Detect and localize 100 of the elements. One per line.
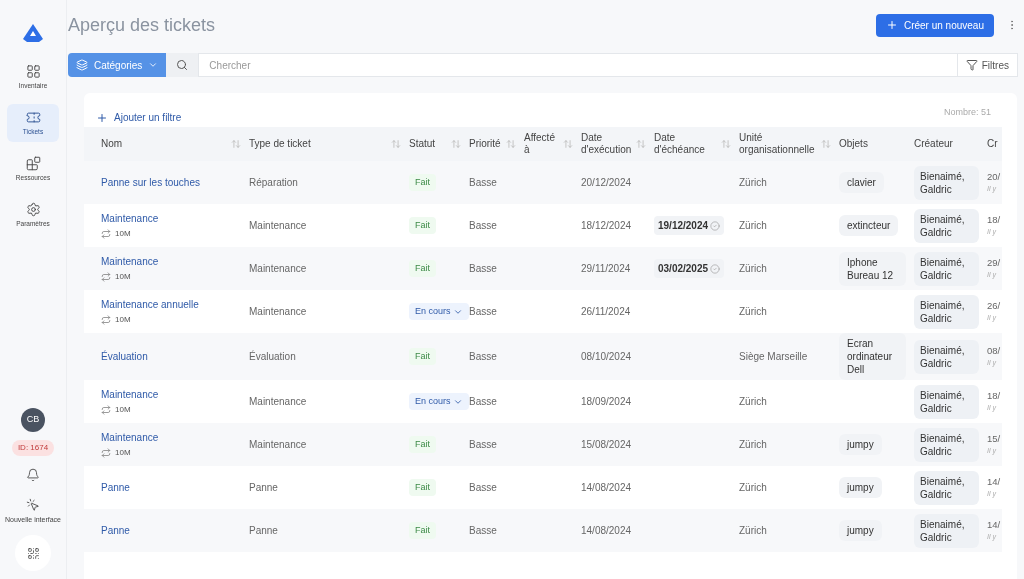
created-date: 15/: [987, 432, 1002, 447]
ticket-icon: [25, 110, 41, 126]
priority: Basse: [469, 396, 497, 407]
ticket-name-link[interactable]: Maintenance: [101, 211, 241, 226]
execution-date: 18/12/2024: [581, 220, 632, 231]
qr-code-icon: [26, 546, 40, 560]
priority: Basse: [469, 482, 497, 493]
org-unit: Zürich: [739, 525, 767, 536]
bell-icon[interactable]: [26, 468, 40, 482]
org-unit: Zürich: [739, 220, 767, 231]
object-tag: Iphone Bureau 12: [839, 251, 906, 286]
priority: Basse: [469, 263, 497, 274]
filters-button[interactable]: Filtres: [957, 53, 1018, 77]
ticket-name-link[interactable]: Panne sur les touches: [101, 175, 241, 190]
creator-tag: Bienaimé, Galdric: [914, 513, 979, 548]
org-unit: Zürich: [739, 482, 767, 493]
create-button[interactable]: Créer un nouveau: [875, 13, 994, 37]
sort-icon[interactable]: [821, 139, 831, 149]
avatar[interactable]: CB: [21, 408, 45, 432]
column-header[interactable]: Unité organisationnelle: [739, 132, 817, 156]
priority: Basse: [469, 439, 497, 450]
status-badge: Fait: [409, 173, 436, 192]
status-badge: Fait: [409, 347, 436, 366]
org-unit: Zürich: [739, 396, 767, 407]
org-unit: Zürich: [739, 263, 767, 274]
status-badge: Fait: [409, 259, 436, 278]
column-header[interactable]: Créateur: [914, 138, 953, 150]
repeat-icon: [101, 315, 111, 325]
status-dropdown[interactable]: En cours: [409, 302, 469, 321]
qr-code-button[interactable]: [15, 535, 51, 571]
repeat-icon: [101, 272, 111, 282]
recurrence-label: 10M: [115, 447, 131, 459]
execution-date: 18/09/2024: [581, 396, 632, 407]
repeat-icon: [101, 448, 111, 458]
logo-icon: [23, 24, 43, 42]
recurrence-label: 10M: [115, 404, 131, 416]
column-header[interactable]: Date d'exécution: [581, 132, 632, 156]
add-filter-link[interactable]: Ajouter un filtre: [96, 110, 182, 125]
priority: Basse: [469, 306, 497, 317]
ticket-name-link[interactable]: Maintenance: [101, 387, 241, 402]
ticket-name-link[interactable]: Maintenance: [101, 430, 241, 445]
creator-tag: Bienaimé, Galdric: [914, 470, 979, 505]
ticket-name-link[interactable]: Maintenance: [101, 254, 241, 269]
created-date: 14/: [987, 475, 1002, 490]
object-tag: extincteur: [839, 215, 899, 236]
created-date: 26/: [987, 299, 1002, 314]
sort-icon[interactable]: [563, 139, 573, 149]
recurrence-label: 10M: [115, 314, 131, 326]
org-unit: Zürich: [739, 439, 767, 450]
pointer-click-icon: [26, 498, 40, 512]
ticket-name-link[interactable]: Panne: [101, 523, 241, 538]
column-header[interactable]: Cr: [987, 138, 998, 150]
column-header[interactable]: Statut: [409, 138, 436, 150]
blocks-icon: [25, 156, 41, 172]
ticket-name-link[interactable]: Maintenance annuelle: [101, 297, 241, 312]
org-unit: Siège Marseille: [739, 351, 808, 362]
check-circle-icon: [710, 263, 721, 274]
execution-date: 26/11/2024: [581, 306, 631, 317]
created-date: 14/: [987, 518, 1002, 533]
created-date: 18/: [987, 213, 1002, 228]
ticket-type: Panne: [249, 482, 278, 493]
repeat-icon: [101, 405, 111, 415]
org-unit: Zürich: [739, 306, 767, 317]
id-badge: ID: 1674: [11, 440, 55, 456]
sort-icon[interactable]: [636, 139, 646, 149]
created-date: 08/: [987, 344, 1002, 359]
org-unit: Zürich: [739, 177, 767, 188]
status-dropdown[interactable]: En cours: [409, 392, 469, 411]
column-header[interactable]: Priorité: [469, 138, 501, 150]
caret-icon: [148, 60, 159, 70]
creator-tag: Bienaimé, Galdric: [914, 427, 979, 462]
column-header[interactable]: Date d'échéance: [654, 132, 717, 156]
plus-icon: [96, 111, 108, 124]
object-tag: Ecran ordinateur Dell: [839, 333, 906, 380]
ticket-name-link[interactable]: Panne: [101, 480, 241, 495]
object-tag: jumpy: [839, 477, 882, 498]
sort-icon[interactable]: [391, 139, 401, 149]
created-date: 18/: [987, 389, 1002, 404]
column-header[interactable]: Affecté à: [524, 132, 559, 156]
ticket-type: Panne: [249, 525, 278, 536]
object-tag: jumpy: [839, 434, 882, 455]
sort-icon[interactable]: [451, 139, 461, 149]
search-field[interactable]: Chercher: [198, 53, 958, 77]
ticket-type: Maintenance: [249, 263, 307, 274]
repeat-icon: [101, 229, 111, 239]
sort-icon[interactable]: [231, 139, 241, 149]
execution-date: 20/12/2024: [581, 177, 632, 188]
check-circle-icon: [710, 220, 721, 231]
column-header[interactable]: Objets: [839, 138, 868, 150]
created-date: 29/: [987, 256, 1002, 271]
execution-date: 14/08/2024: [581, 525, 632, 536]
sort-icon[interactable]: [506, 139, 516, 149]
ticket-type: Maintenance: [249, 220, 307, 231]
creator-tag: Bienaimé, Galdric: [914, 251, 979, 286]
sort-icon[interactable]: [721, 139, 731, 149]
column-header[interactable]: Type de ticket: [249, 138, 311, 150]
ticket-name-link[interactable]: Évaluation: [101, 349, 241, 364]
column-header[interactable]: Nom: [101, 138, 123, 150]
ticket-type: Maintenance: [249, 439, 307, 450]
object-tag: jumpy: [839, 520, 882, 541]
